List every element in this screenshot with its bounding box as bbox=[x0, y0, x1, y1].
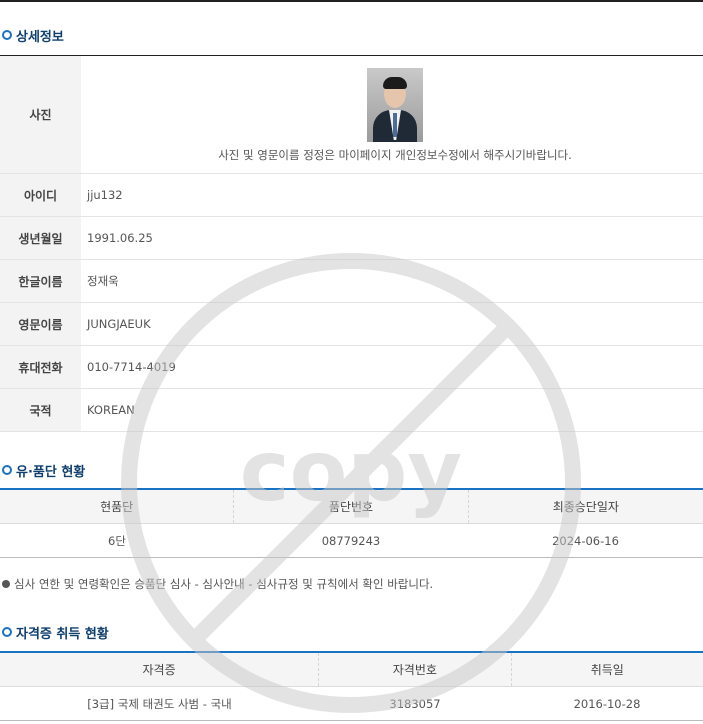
section-title-detail: 상세정보 bbox=[2, 25, 64, 45]
top-border bbox=[0, 0, 703, 2]
profile-value: JUNGJAEUK bbox=[87, 317, 151, 331]
cert-table-header: 자격증 자격번호 취득일 bbox=[0, 653, 703, 687]
circle-bullet-icon bbox=[2, 30, 12, 40]
section-title-cert: 자격증 취득 현황 bbox=[2, 622, 109, 642]
profile-label: 영문이름 bbox=[0, 303, 81, 345]
circle-bullet-icon bbox=[2, 465, 12, 475]
table-row: 6단 08779243 2024-06-16 bbox=[0, 524, 703, 558]
dan-number-value: 08779243 bbox=[321, 533, 381, 548]
profile-value: KOREAN bbox=[87, 403, 135, 417]
dan-table-header: 현품단 품단번호 최종승단일자 bbox=[0, 490, 703, 524]
profile-row-nationality: 국적 KOREAN bbox=[0, 389, 703, 432]
notice-message: 심사 연한 및 연령확인은 승품단 심사 - 심사안내 - 심사규정 및 규칙에… bbox=[14, 577, 434, 591]
dan-date-value: 2024-06-16 bbox=[552, 533, 619, 548]
profile-row-birthdate: 생년월일 1991.06.25 bbox=[0, 217, 703, 260]
section-title-dan-text: 유·품단 현황 bbox=[16, 464, 86, 480]
notice-text: 심사 연한 및 연령확인은 승품단 심사 - 심사안내 - 심사규정 및 규칙에… bbox=[2, 576, 433, 592]
section-title-cert-text: 자격증 취득 현황 bbox=[16, 626, 109, 642]
circle-bullet-icon bbox=[2, 627, 12, 637]
cert-col-number: 자격번호 bbox=[318, 653, 510, 686]
cert-number-value: 3183057 bbox=[389, 696, 441, 711]
profile-value: jju132 bbox=[87, 188, 123, 202]
cert-name-value: [3급] 국제 태권도 사범 - 국내 bbox=[87, 696, 232, 711]
photo-edit-note: 사진 및 영문이름 정정은 마이페이지 개인정보수정에서 해주시기바랍니다. bbox=[218, 148, 572, 162]
profile-value: 사진 및 영문이름 정정은 마이페이지 개인정보수정에서 해주시기바랍니다. bbox=[81, 56, 703, 173]
profile-value: 010-7714-4019 bbox=[87, 360, 176, 374]
table-row: [3급] 국제 태권도 사범 - 국내 3183057 2016-10-28 bbox=[0, 687, 703, 721]
dot-bullet-icon bbox=[2, 580, 10, 588]
dan-col-current: 현품단 bbox=[100, 500, 134, 514]
profile-row-photo: 사진 사진 및 영문이름 정정은 마이페이지 개인정보수정에서 해주시기바랍니다… bbox=[0, 56, 703, 174]
profile-table: 사진 사진 및 영문이름 정정은 마이페이지 개인정보수정에서 해주시기바랍니다… bbox=[0, 55, 703, 432]
profile-row-korean-name: 한글이름 정재욱 bbox=[0, 260, 703, 303]
profile-label: 생년월일 bbox=[0, 217, 81, 259]
profile-row-mobile: 휴대전화 010-7714-4019 bbox=[0, 346, 703, 389]
profile-label: 국적 bbox=[0, 389, 81, 431]
profile-label: 사진 bbox=[0, 56, 81, 173]
profile-photo bbox=[367, 68, 423, 142]
cert-table: 자격증 자격번호 취득일 [3급] 국제 태권도 사범 - 국내 3183057… bbox=[0, 651, 703, 721]
profile-value: 1991.06.25 bbox=[87, 231, 153, 245]
profile-label: 아이디 bbox=[0, 174, 81, 216]
section-title-dan: 유·품단 현황 bbox=[2, 460, 85, 480]
profile-value: 정재욱 bbox=[87, 274, 119, 288]
dan-table: 현품단 품단번호 최종승단일자 6단 08779243 2024-06-16 bbox=[0, 488, 703, 558]
cert-col-date: 취득일 bbox=[510, 653, 703, 686]
profile-label: 한글이름 bbox=[0, 260, 81, 302]
profile-label: 휴대전화 bbox=[0, 346, 81, 388]
profile-row-id: 아이디 jju132 bbox=[0, 174, 703, 217]
profile-row-english-name: 영문이름 JUNGJAEUK bbox=[0, 303, 703, 346]
cert-date-value: 2016-10-28 bbox=[573, 696, 641, 711]
dan-current-value: 6단 bbox=[108, 533, 126, 548]
section-title-detail-text: 상세정보 bbox=[16, 29, 64, 45]
cert-col-name: 자격증 bbox=[142, 663, 176, 677]
dan-col-number: 품단번호 bbox=[233, 490, 467, 523]
dan-col-date: 최종승단일자 bbox=[467, 490, 703, 523]
